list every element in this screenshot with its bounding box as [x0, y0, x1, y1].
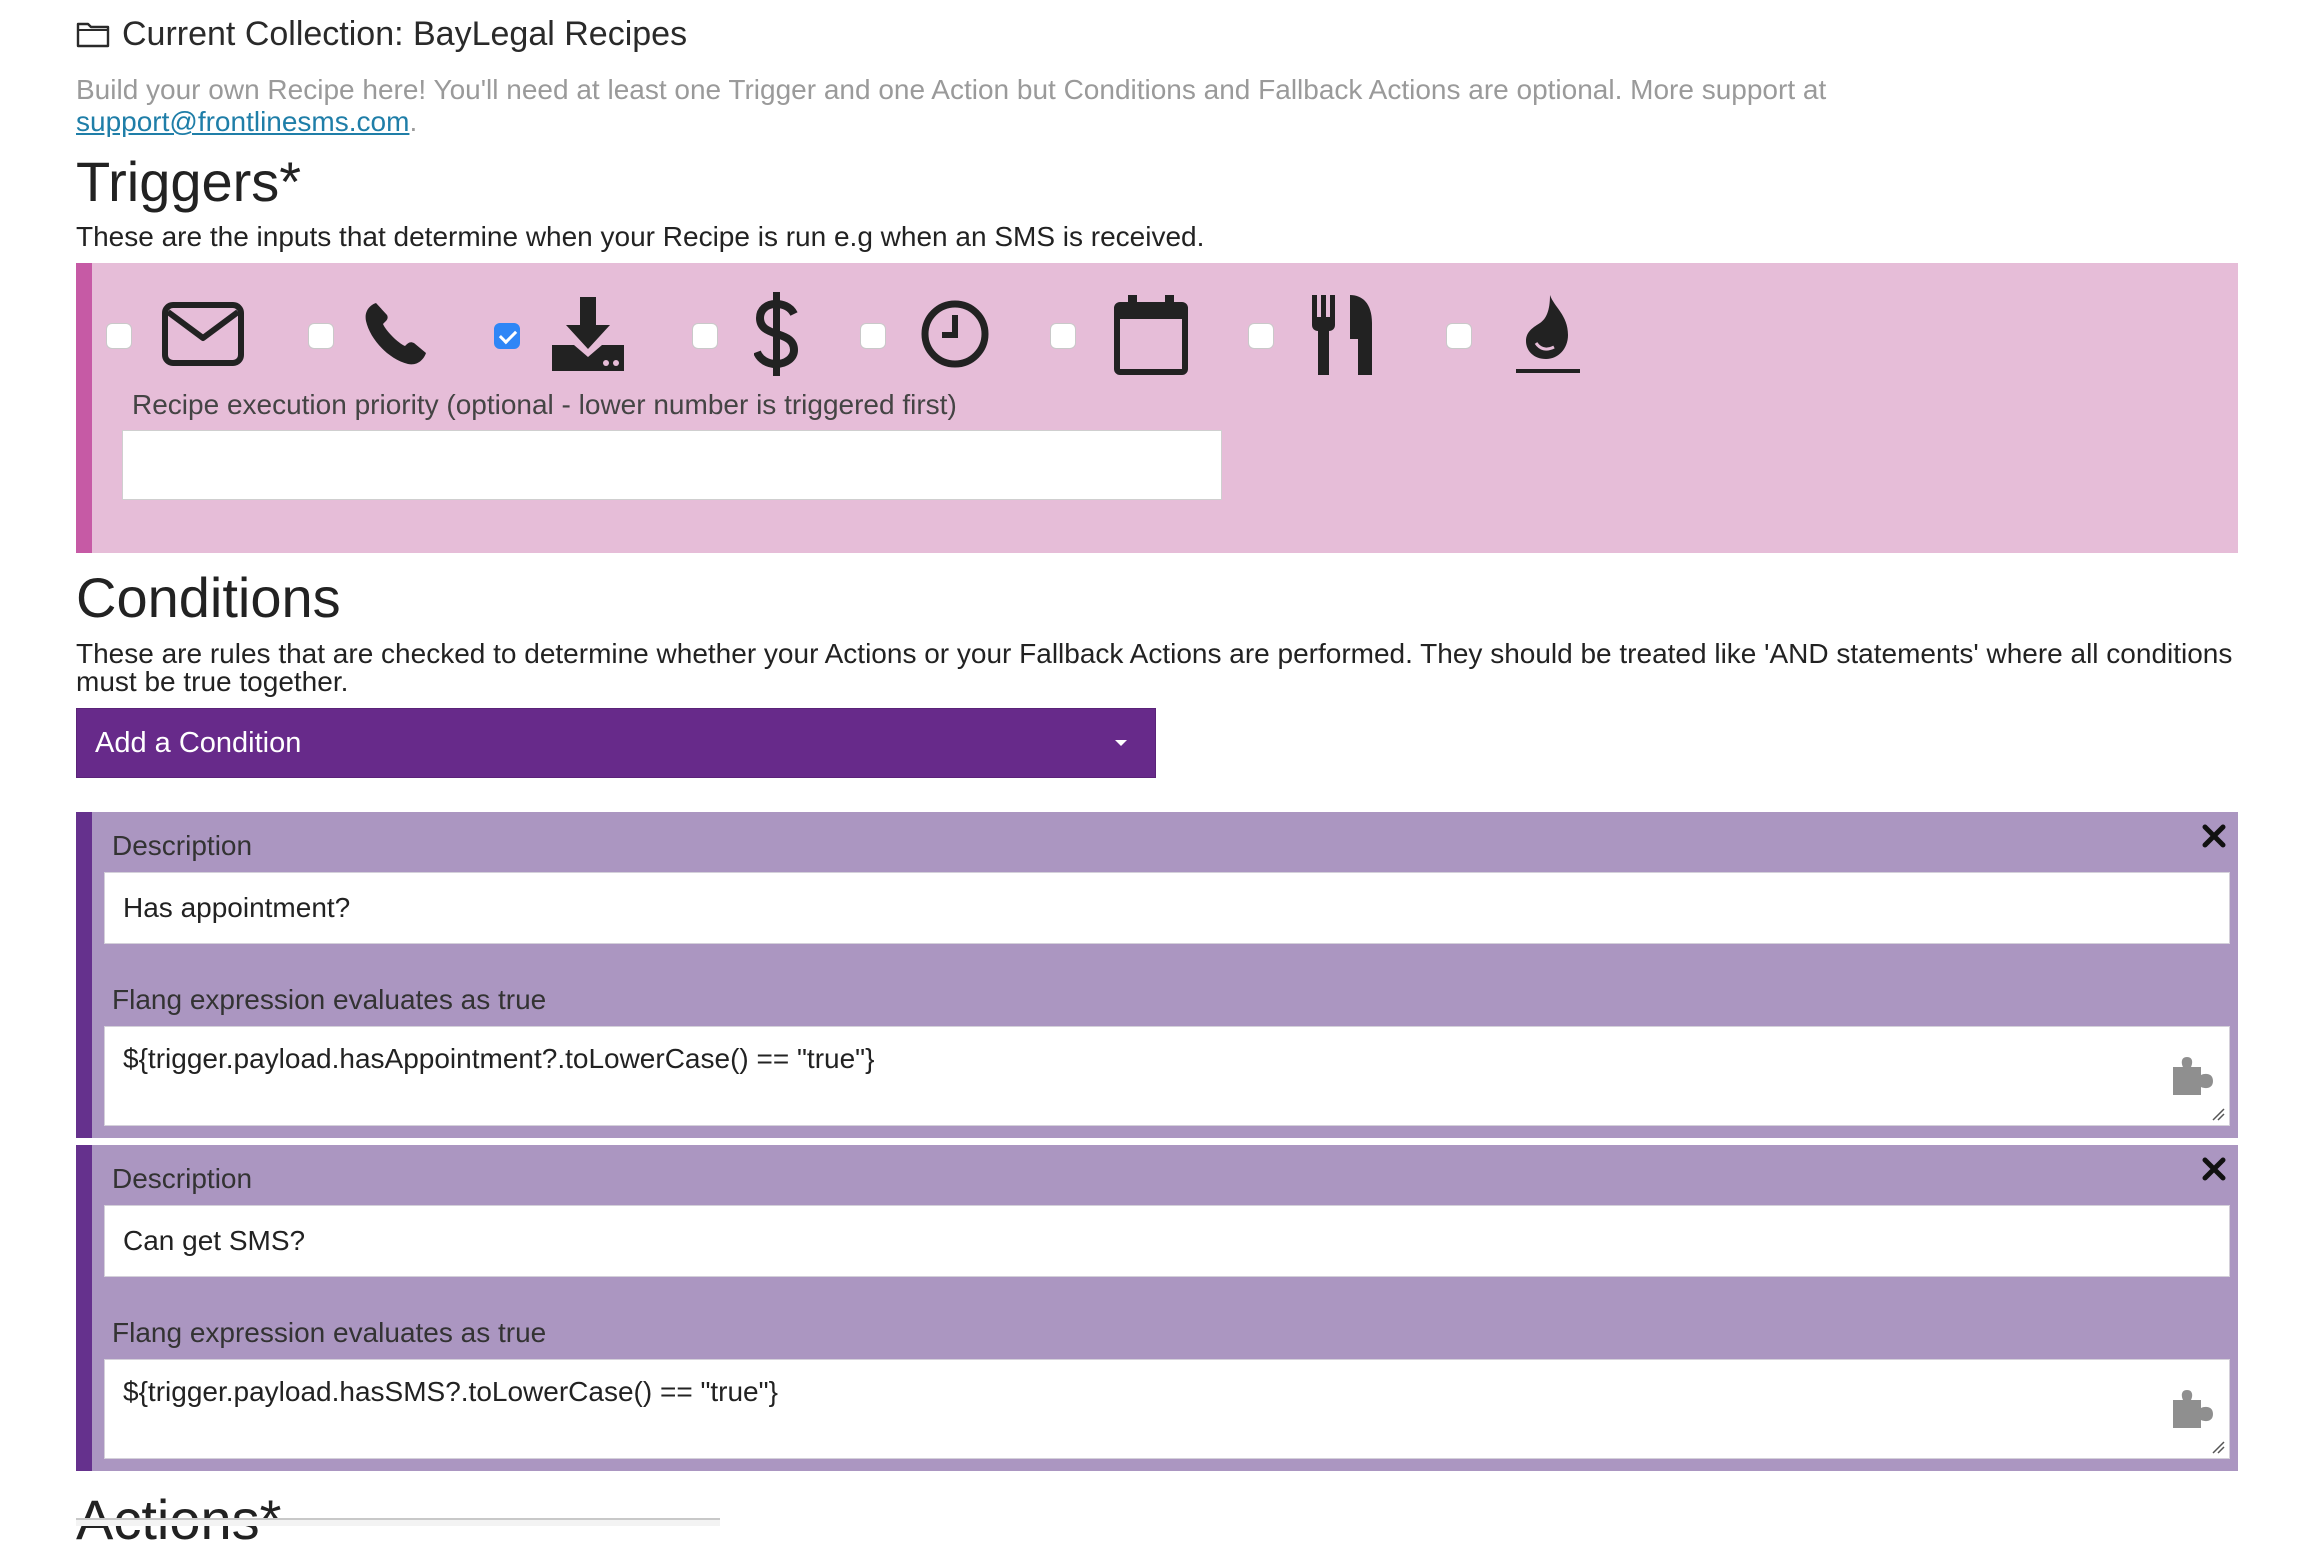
triggers-panel: Recipe execution priority (optional - lo…: [76, 263, 2238, 553]
trigger-restaurant-checkbox[interactable]: [1248, 323, 1274, 349]
expression-value: ${trigger.payload.hasAppointment?.toLowe…: [123, 1043, 875, 1074]
close-icon[interactable]: [2200, 1155, 2228, 1183]
priority-label: Recipe execution priority (optional - lo…: [132, 389, 957, 420]
description-label: Description: [112, 1163, 253, 1194]
puzzle-icon[interactable]: [2169, 1053, 2217, 1097]
add-condition-dropdown[interactable]: Add a Condition: [76, 708, 1156, 778]
phone-icon: [362, 301, 428, 372]
expression-textarea[interactable]: ${trigger.payload.hasSMS?.toLowerCase() …: [104, 1359, 2230, 1459]
download-icon: [550, 296, 626, 376]
description-label: Description: [112, 830, 253, 861]
resize-handle-icon[interactable]: [2211, 1107, 2225, 1121]
puzzle-icon[interactable]: [2169, 1386, 2217, 1430]
trigger-schedule: [860, 291, 990, 381]
priority-input[interactable]: [122, 430, 1222, 500]
trigger-download-checkbox[interactable]: [494, 323, 520, 349]
expression-label: Flang expression evaluates as true: [112, 1317, 547, 1348]
intro-message: Build your own Recipe here! You'll need …: [76, 74, 1827, 105]
trigger-payment-checkbox[interactable]: [692, 323, 718, 349]
intro-suffix: .: [409, 106, 418, 137]
triggers-heading: Triggers*: [76, 150, 302, 213]
add-condition-label: Add a Condition: [95, 726, 302, 759]
calendar-icon: [1114, 293, 1188, 380]
trigger-call-checkbox[interactable]: [308, 323, 334, 349]
trigger-drupal-checkbox[interactable]: [1446, 323, 1472, 349]
cutlery-icon: [1310, 293, 1374, 380]
description-input[interactable]: Has appointment?: [104, 872, 2230, 944]
triggers-description: These are the inputs that determine when…: [76, 221, 1205, 252]
expression-textarea[interactable]: ${trigger.payload.hasAppointment?.toLowe…: [104, 1026, 2230, 1126]
trigger-sms-checkbox[interactable]: [106, 323, 132, 349]
condition-card: Description Can get SMS? Flang expressio…: [76, 1145, 2238, 1471]
condition-card: Description Has appointment? Flang expre…: [76, 812, 2238, 1138]
trigger-call: [308, 291, 428, 381]
actions-dropdown-edge[interactable]: [76, 1518, 720, 1526]
trigger-calendar: [1050, 291, 1188, 381]
trigger-download: [494, 291, 626, 381]
expression-label: Flang expression evaluates as true: [112, 984, 547, 1015]
description-input[interactable]: Can get SMS?: [104, 1205, 2230, 1277]
intro-text: Build your own Recipe here! You'll need …: [76, 74, 2076, 138]
support-email-link[interactable]: support@frontlinesms.com: [76, 106, 409, 137]
close-icon[interactable]: [2200, 822, 2228, 850]
clock-icon: [920, 299, 990, 374]
trigger-drupal: [1446, 291, 1580, 381]
trigger-schedule-checkbox[interactable]: [860, 323, 886, 349]
folder-icon: [76, 22, 110, 48]
chevron-down-icon: [1115, 740, 1127, 746]
trigger-payment: [692, 291, 800, 381]
conditions-description: These are rules that are checked to dete…: [76, 638, 2233, 697]
trigger-restaurant: [1248, 291, 1374, 381]
trigger-sms: [106, 291, 244, 381]
drupal-icon: [1516, 293, 1580, 380]
expression-value: ${trigger.payload.hasSMS?.toLowerCase() …: [123, 1376, 778, 1407]
collection-title: Current Collection: BayLegal Recipes: [76, 12, 687, 56]
envelope-icon: [162, 301, 244, 371]
trigger-calendar-checkbox[interactable]: [1050, 323, 1076, 349]
resize-handle-icon[interactable]: [2211, 1440, 2225, 1454]
collection-label: Current Collection: BayLegal Recipes: [122, 14, 688, 53]
dollar-icon: [753, 291, 800, 381]
conditions-heading: Conditions: [76, 566, 341, 629]
